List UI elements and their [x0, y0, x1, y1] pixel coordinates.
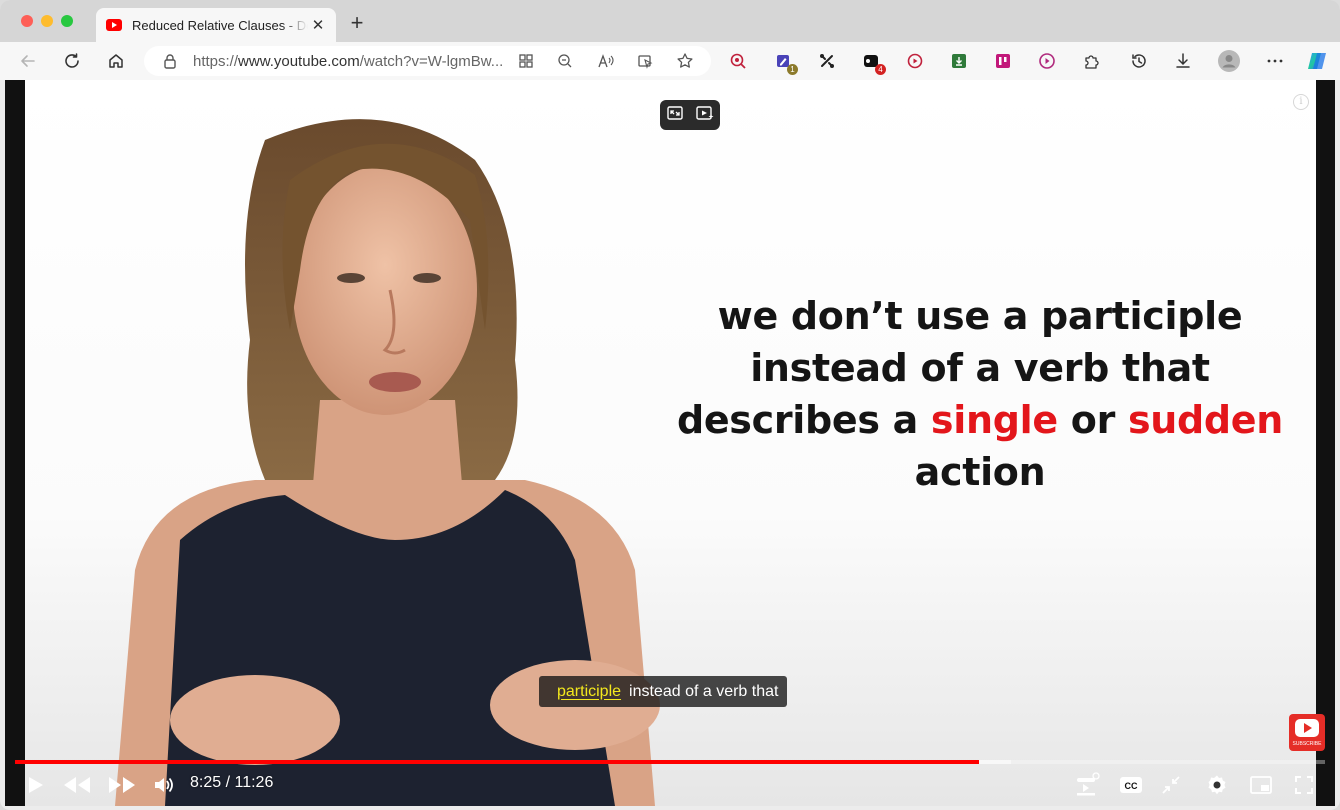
favorite-star-icon[interactable] — [675, 51, 695, 71]
back-icon[interactable] — [17, 50, 39, 72]
home-icon[interactable] — [105, 50, 127, 72]
copilot-icon[interactable] — [1306, 50, 1328, 72]
progress-bar[interactable] — [15, 760, 1325, 764]
exit-full-icon[interactable] — [1157, 773, 1185, 797]
extension-pen-icon[interactable]: 1 — [772, 50, 798, 75]
slide-text: we don’t use a participle instead of a v… — [665, 290, 1295, 498]
slide-line-4: action — [914, 450, 1046, 494]
lock-icon[interactable] — [161, 52, 179, 70]
progress-played — [15, 760, 980, 764]
video-overlay-controls — [660, 100, 720, 130]
extension-badge: 4 — [875, 64, 886, 75]
url-prefix: https:// — [193, 53, 239, 70]
subscribe-watermark-button[interactable]: SUBSCRIBE — [1289, 714, 1325, 751]
extension-play-icon[interactable] — [1036, 50, 1058, 72]
youtube-logo-icon — [1295, 719, 1319, 737]
picture-in-picture-sparkle-icon[interactable] — [695, 105, 715, 126]
miniplayer-icon[interactable] — [1247, 773, 1275, 797]
extension-tools-icon[interactable] — [816, 50, 838, 72]
subscribe-label: SUBSCRIBE — [1292, 741, 1322, 747]
history-icon[interactable] — [1128, 50, 1150, 72]
browser-toolbar: https://www.youtube.com/watch?v=W-lgmBw.… — [0, 42, 1340, 80]
current-time: 8:25 — [190, 774, 222, 791]
settings-gear-icon[interactable] — [1203, 773, 1231, 797]
slide-line-3: describes a single or sudden — [665, 394, 1295, 446]
fast-forward-button[interactable] — [106, 773, 138, 797]
active-tab[interactable]: Reduced Relative Clauses - Definition an… — [96, 8, 336, 42]
address-bar[interactable]: https://www.youtube.com/watch?v=W-lgmBw.… — [144, 46, 711, 76]
downloads-icon[interactable] — [1172, 50, 1194, 72]
read-aloud-icon[interactable] — [596, 51, 616, 71]
slide-word-sudden: sudden — [1127, 398, 1284, 442]
extension-board-icon[interactable] — [992, 50, 1014, 72]
window-close-button[interactable] — [21, 15, 33, 27]
url-host: www.youtube.com — [238, 53, 360, 70]
time-separator: / — [221, 774, 235, 791]
slide-line-2: instead of a verb that — [750, 346, 1210, 390]
duration: 11:26 — [234, 774, 274, 791]
caption-highlight: participle — [557, 682, 622, 700]
url-text[interactable]: https://www.youtube.com/watch?v=W-lgmBw.… — [193, 53, 505, 70]
slide-line-3-a: describes a — [676, 398, 931, 442]
slide-line-3-b: or — [1057, 398, 1128, 442]
new-tab-icon[interactable]: + — [346, 12, 368, 34]
extension-badge: 1 — [787, 64, 798, 75]
caption-box: participle instead of a verb that — [539, 676, 788, 707]
window-maximize-button[interactable] — [61, 15, 73, 27]
tab-close-icon[interactable]: ✕ — [310, 16, 326, 34]
zoom-out-icon[interactable] — [555, 51, 575, 71]
profile-avatar-icon[interactable] — [1218, 50, 1240, 72]
swap-icon[interactable] — [666, 105, 684, 126]
tab-strip: Reduced Relative Clauses - Definition an… — [0, 0, 1340, 42]
info-icon[interactable]: i — [1293, 94, 1309, 110]
url-path: /watch?v=W-lgmBw... — [359, 53, 504, 70]
caption-text: instead of a verb that — [629, 682, 779, 700]
youtube-favicon-icon — [106, 19, 122, 31]
tab-title: Reduced Relative Clauses - Definition an… — [132, 17, 308, 33]
autoplay-settings-icon[interactable] — [1069, 772, 1103, 797]
window-minimize-button[interactable] — [41, 15, 53, 27]
video-player[interactable]: we don’t use a participle instead of a v… — [5, 80, 1335, 806]
extension-search-icon[interactable] — [727, 50, 749, 72]
reload-icon[interactable] — [61, 50, 83, 72]
extension-download-icon[interactable] — [948, 50, 970, 72]
slide-line-1: we don’t use a participle — [717, 294, 1243, 338]
slide-word-single: single — [930, 398, 1058, 442]
fullscreen-icon[interactable] — [1290, 773, 1318, 797]
extension-record-icon[interactable] — [904, 50, 926, 72]
apps-icon[interactable] — [516, 51, 536, 71]
rewind-button[interactable] — [61, 773, 93, 797]
extension-dark-icon[interactable]: 4 — [860, 50, 886, 75]
play-button[interactable] — [21, 773, 49, 797]
time-display: 8:25 / 11:26 — [190, 774, 273, 792]
more-menu-icon[interactable] — [1264, 50, 1286, 72]
svg-text:CC: CC — [1125, 781, 1138, 791]
extensions-puzzle-icon[interactable] — [1080, 50, 1102, 72]
closed-captions-button[interactable]: CC — [1117, 773, 1145, 797]
browser-window: Reduced Relative Clauses - Definition an… — [0, 0, 1340, 810]
immersive-reader-icon[interactable] — [635, 51, 655, 71]
volume-icon[interactable] — [150, 773, 178, 797]
